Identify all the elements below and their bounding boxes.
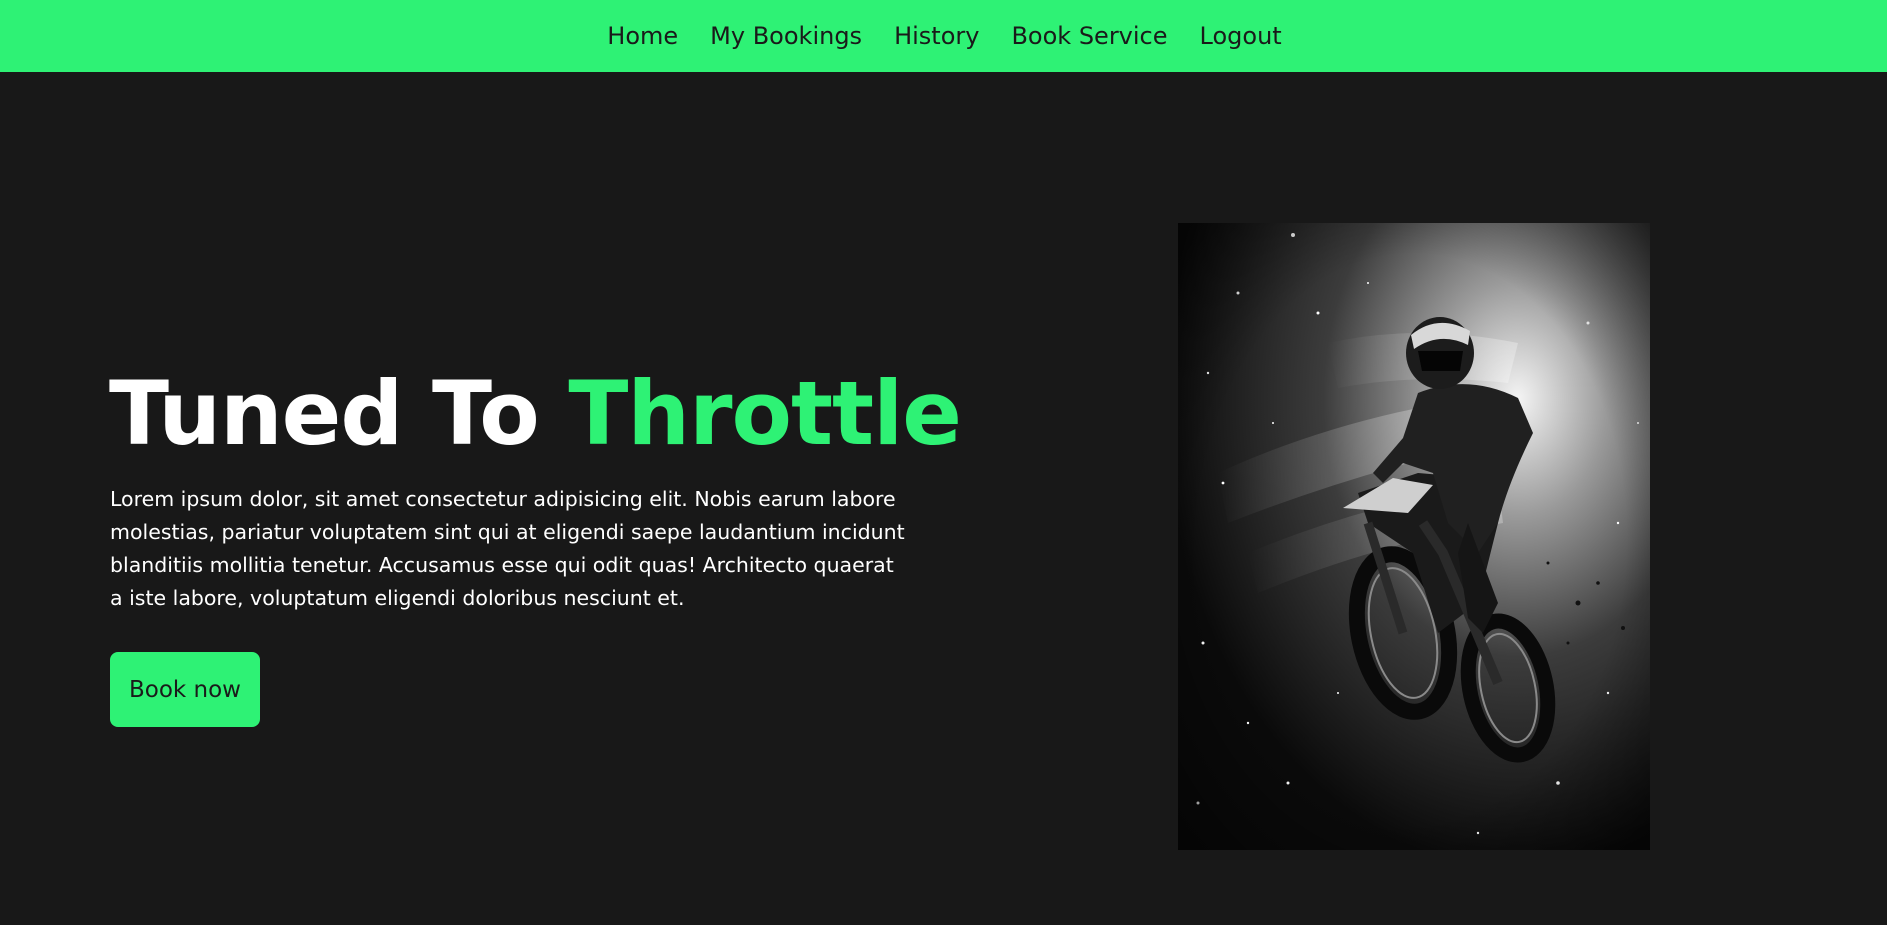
- top-navbar: Home My Bookings History Book Service Lo…: [0, 0, 1887, 72]
- nav-link-book-service[interactable]: Book Service: [1011, 22, 1167, 50]
- hero-title-accent: Throttle: [568, 362, 962, 465]
- nav-link-history[interactable]: History: [894, 22, 979, 50]
- nav-link-home[interactable]: Home: [607, 22, 678, 50]
- book-now-button[interactable]: Book now: [110, 652, 260, 727]
- hero-title-main: Tuned To: [109, 362, 569, 465]
- nav-link-logout[interactable]: Logout: [1200, 22, 1282, 50]
- nav-item-book-service: Book Service: [1011, 22, 1167, 50]
- nav-link-my-bookings[interactable]: My Bookings: [710, 22, 862, 50]
- hero-section: Tuned To Throttle Lorem ipsum dolor, sit…: [0, 72, 1887, 925]
- motocross-illustration: [1178, 223, 1650, 850]
- nav-item-home: Home: [607, 22, 678, 50]
- motocross-rider-image: [1178, 223, 1650, 850]
- nav-menu: Home My Bookings History Book Service Lo…: [607, 22, 1281, 50]
- nav-item-history: History: [894, 22, 979, 50]
- nav-item-logout: Logout: [1200, 22, 1282, 50]
- hero-description: Lorem ipsum dolor, sit amet consectetur …: [110, 487, 905, 610]
- nav-item-my-bookings: My Bookings: [710, 22, 862, 50]
- hero-title: Tuned To Throttle: [109, 370, 962, 458]
